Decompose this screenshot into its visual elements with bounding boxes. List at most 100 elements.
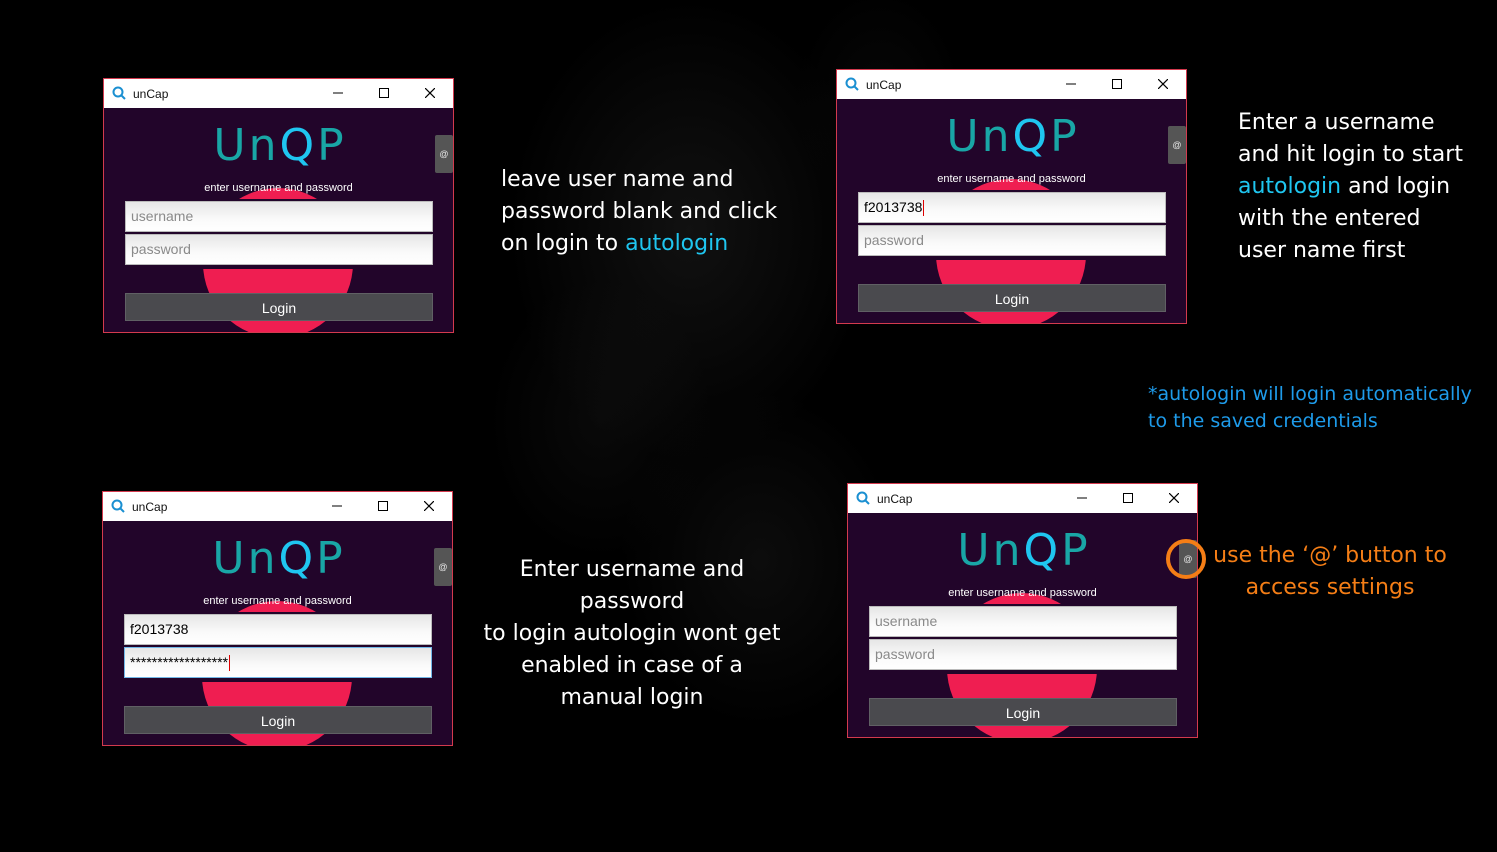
username-input[interactable]: username <box>125 201 433 232</box>
login-window-manual: unCap UnQP enter username and password f… <box>102 491 453 746</box>
password-input[interactable]: password <box>869 639 1177 670</box>
password-value: ****************** <box>130 654 229 670</box>
caption-line: to login autologin wont get <box>483 621 781 646</box>
maximize-button[interactable] <box>1105 484 1151 513</box>
settings-highlight-ring <box>1166 539 1206 579</box>
maximize-button[interactable] <box>360 492 406 521</box>
settings-button[interactable]: @ <box>435 135 453 173</box>
close-icon <box>1169 493 1179 503</box>
caption-autologin-note: *autologin will login automatically to t… <box>1148 381 1472 435</box>
minimize-button[interactable] <box>1059 484 1105 513</box>
uncap-app-icon <box>856 491 870 505</box>
password-input[interactable]: password <box>125 234 433 265</box>
login-prompt: enter username and password <box>203 595 352 607</box>
username-input[interactable]: username <box>869 606 1177 637</box>
uncap-app-icon <box>845 77 859 91</box>
username-value: f2013738 <box>130 621 189 637</box>
password-input[interactable]: password <box>858 225 1166 256</box>
minimize-icon <box>1077 497 1087 499</box>
close-icon <box>424 501 434 511</box>
caption-username-login: Enter a username and hit login to start … <box>1238 107 1463 267</box>
login-button[interactable]: Login <box>124 706 432 734</box>
username-input[interactable]: f2013738 <box>124 614 432 645</box>
minimize-icon <box>332 505 342 507</box>
caption-line: autologin and login <box>1238 171 1463 203</box>
password-placeholder: password <box>875 646 935 662</box>
close-button[interactable] <box>407 79 453 108</box>
settings-button[interactable]: @ <box>1168 126 1186 164</box>
login-prompt: enter username and password <box>948 587 1097 599</box>
minimize-icon <box>333 92 343 94</box>
maximize-button[interactable] <box>1094 70 1140 99</box>
caption-line: enabled in case of a <box>521 653 743 678</box>
login-window-blank: unCap UnQP enter username and password u… <box>103 78 454 333</box>
login-button[interactable]: Login <box>858 284 1166 312</box>
caption-line: with the entered <box>1238 206 1421 231</box>
maximize-icon <box>1112 79 1122 89</box>
maximize-icon <box>1123 493 1133 503</box>
caption-line: on login to autologin <box>501 228 777 260</box>
caption-line: Enter a username <box>1238 110 1435 135</box>
svg-text:UnQP: UnQP <box>213 120 346 166</box>
window-body: UnQP enter username and password usernam… <box>848 513 1197 737</box>
svg-text:UnQP: UnQP <box>957 525 1090 571</box>
window-titlebar[interactable]: unCap <box>103 492 452 521</box>
close-icon <box>1158 79 1168 89</box>
minimize-button[interactable] <box>314 492 360 521</box>
caption-line: manual login <box>560 685 704 710</box>
window-title: unCap <box>133 87 169 101</box>
caption-line: leave user name and <box>501 167 734 192</box>
caption-blank-login: leave user name and password blank and c… <box>501 164 777 260</box>
text-caret <box>923 200 925 217</box>
window-title: unCap <box>132 500 168 514</box>
window-titlebar[interactable]: unCap <box>837 70 1186 99</box>
username-placeholder: username <box>875 613 938 629</box>
login-window-username: unCap UnQP enter username and password f… <box>836 69 1187 324</box>
caption-line: access settings <box>1245 575 1415 600</box>
window-titlebar[interactable]: unCap <box>848 484 1197 513</box>
autologin-highlight: autologin <box>625 231 729 256</box>
caption-settings-hint: use the ‘@’ button to access settings <box>1210 540 1450 604</box>
password-placeholder: password <box>864 232 924 248</box>
caption-line: use the ‘@’ button to <box>1213 543 1447 568</box>
caption-line: password blank and click <box>501 199 778 224</box>
username-input[interactable]: f2013738 <box>858 192 1166 223</box>
uncap-logo: UnQP <box>957 525 1090 571</box>
login-prompt: enter username and password <box>204 182 353 194</box>
caption-text: on login to <box>501 231 626 256</box>
minimize-button[interactable] <box>315 79 361 108</box>
uncap-logo: UnQP <box>212 533 345 579</box>
window-body: UnQP enter username and password usernam… <box>104 108 453 332</box>
window-body: UnQP enter username and password f201373… <box>837 99 1186 323</box>
close-button[interactable] <box>1140 70 1186 99</box>
uncap-logo: UnQP <box>213 120 346 166</box>
autologin-highlight: autologin <box>1238 174 1342 199</box>
svg-text:UnQP: UnQP <box>946 111 1079 157</box>
login-button[interactable]: Login <box>125 293 433 321</box>
close-icon <box>425 88 435 98</box>
maximize-button[interactable] <box>361 79 407 108</box>
login-prompt: enter username and password <box>937 173 1086 185</box>
close-button[interactable] <box>406 492 452 521</box>
window-title: unCap <box>866 78 902 92</box>
minimize-icon <box>1066 83 1076 85</box>
password-input[interactable]: ****************** <box>124 647 432 678</box>
login-window-settings: unCap UnQP enter username and password u… <box>847 483 1198 738</box>
settings-button[interactable]: @ <box>434 548 452 586</box>
close-button[interactable] <box>1151 484 1197 513</box>
login-button[interactable]: Login <box>869 698 1177 726</box>
uncap-app-icon <box>111 499 125 513</box>
caption-line: and hit login to start <box>1238 142 1463 167</box>
password-placeholder: password <box>131 241 191 257</box>
svg-text:UnQP: UnQP <box>212 533 345 579</box>
minimize-button[interactable] <box>1048 70 1094 99</box>
uncap-logo: UnQP <box>946 111 1079 157</box>
caption-line: *autologin will login automatically <box>1148 383 1472 405</box>
maximize-icon <box>379 88 389 98</box>
caption-manual-login: Enter username and password to login aut… <box>472 554 792 714</box>
caption-line: to the saved credentials <box>1148 410 1378 432</box>
username-placeholder: username <box>131 208 194 224</box>
caption-text: and login <box>1341 174 1451 199</box>
window-body: UnQP enter username and password f201373… <box>103 521 452 745</box>
window-titlebar[interactable]: unCap <box>104 79 453 108</box>
